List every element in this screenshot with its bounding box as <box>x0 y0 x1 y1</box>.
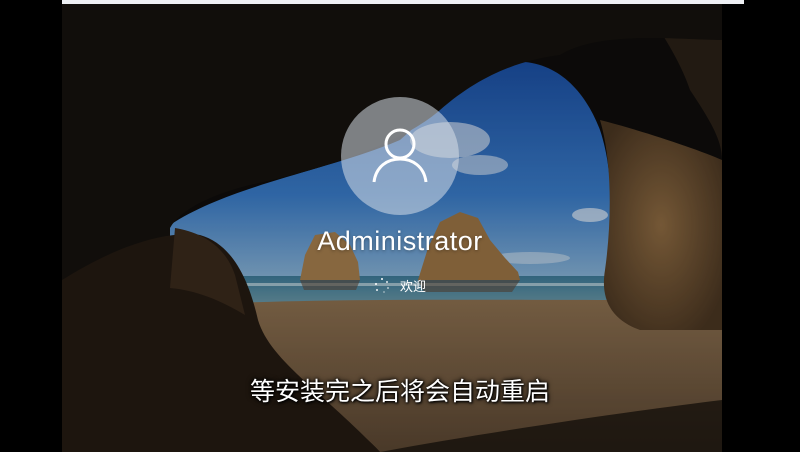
subtitle-caption: 等安装完之后将会自动重启 <box>249 377 550 406</box>
user-icon <box>368 122 432 191</box>
welcome-status: 欢迎 <box>0 276 800 295</box>
username-label: Administrator <box>317 226 483 256</box>
spinner-icon <box>374 277 390 294</box>
user-avatar[interactable] <box>341 97 459 215</box>
welcome-text: 欢迎 <box>399 279 426 294</box>
top-edge-bar <box>62 0 744 4</box>
